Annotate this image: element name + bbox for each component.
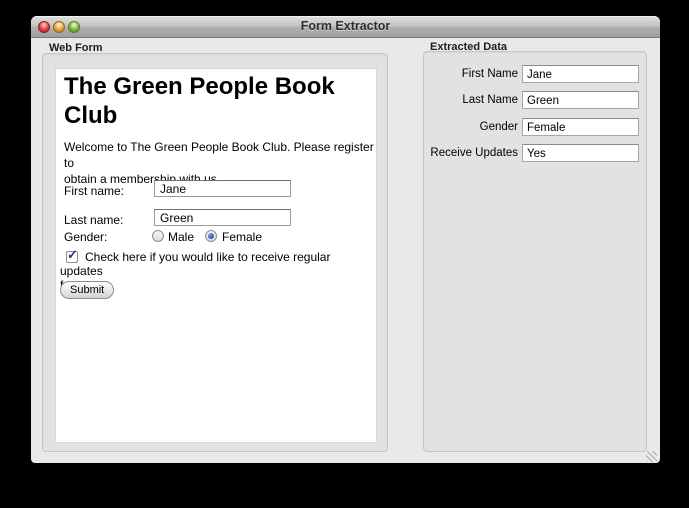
- first-name-result-label: First Name: [424, 65, 518, 83]
- first-name-input[interactable]: [154, 180, 291, 197]
- extracted-data-panel: First Name Last Name Gender Receive Upda…: [423, 51, 647, 452]
- checkmark-icon: ✓: [67, 248, 78, 262]
- window-title: Form Extractor: [31, 16, 660, 37]
- first-name-label: First name:: [64, 184, 124, 198]
- last-name-result-label: Last Name: [424, 91, 518, 109]
- resize-grip-icon[interactable]: [646, 451, 657, 462]
- male-radio[interactable]: [152, 230, 164, 242]
- extracted-row-receive-updates: Receive Updates: [424, 144, 642, 162]
- app-window: Form Extractor Web Form The Green People…: [31, 16, 660, 463]
- submit-button[interactable]: Submit: [60, 281, 114, 299]
- last-name-label: Last name:: [64, 213, 123, 227]
- web-view: The Green People Book Club Welcome to Th…: [55, 68, 377, 443]
- gender-result-field[interactable]: [522, 118, 639, 136]
- traffic-lights: [38, 21, 80, 33]
- window-titlebar[interactable]: Form Extractor: [31, 16, 660, 38]
- gender-label: Gender:: [64, 230, 107, 244]
- first-name-result-field[interactable]: [522, 65, 639, 83]
- web-form-panel: The Green People Book Club Welcome to Th…: [42, 53, 388, 452]
- zoom-icon[interactable]: [68, 21, 80, 33]
- minimize-icon[interactable]: [53, 21, 65, 33]
- female-radio-label: Female: [222, 230, 262, 244]
- close-icon[interactable]: [38, 21, 50, 33]
- last-name-result-field[interactable]: [522, 91, 639, 109]
- gender-result-label: Gender: [424, 118, 518, 136]
- form-heading: The Green People Book Club: [64, 72, 368, 130]
- updates-checkbox[interactable]: ✓: [66, 251, 78, 263]
- extracted-row-first-name: First Name: [424, 65, 642, 83]
- female-radio[interactable]: [205, 230, 217, 242]
- male-radio-label: Male: [168, 230, 194, 244]
- receive-updates-result-field[interactable]: [522, 144, 639, 162]
- receive-updates-result-label: Receive Updates: [424, 144, 518, 162]
- extracted-row-last-name: Last Name: [424, 91, 642, 109]
- extracted-row-gender: Gender: [424, 118, 642, 136]
- last-name-input[interactable]: [154, 209, 291, 226]
